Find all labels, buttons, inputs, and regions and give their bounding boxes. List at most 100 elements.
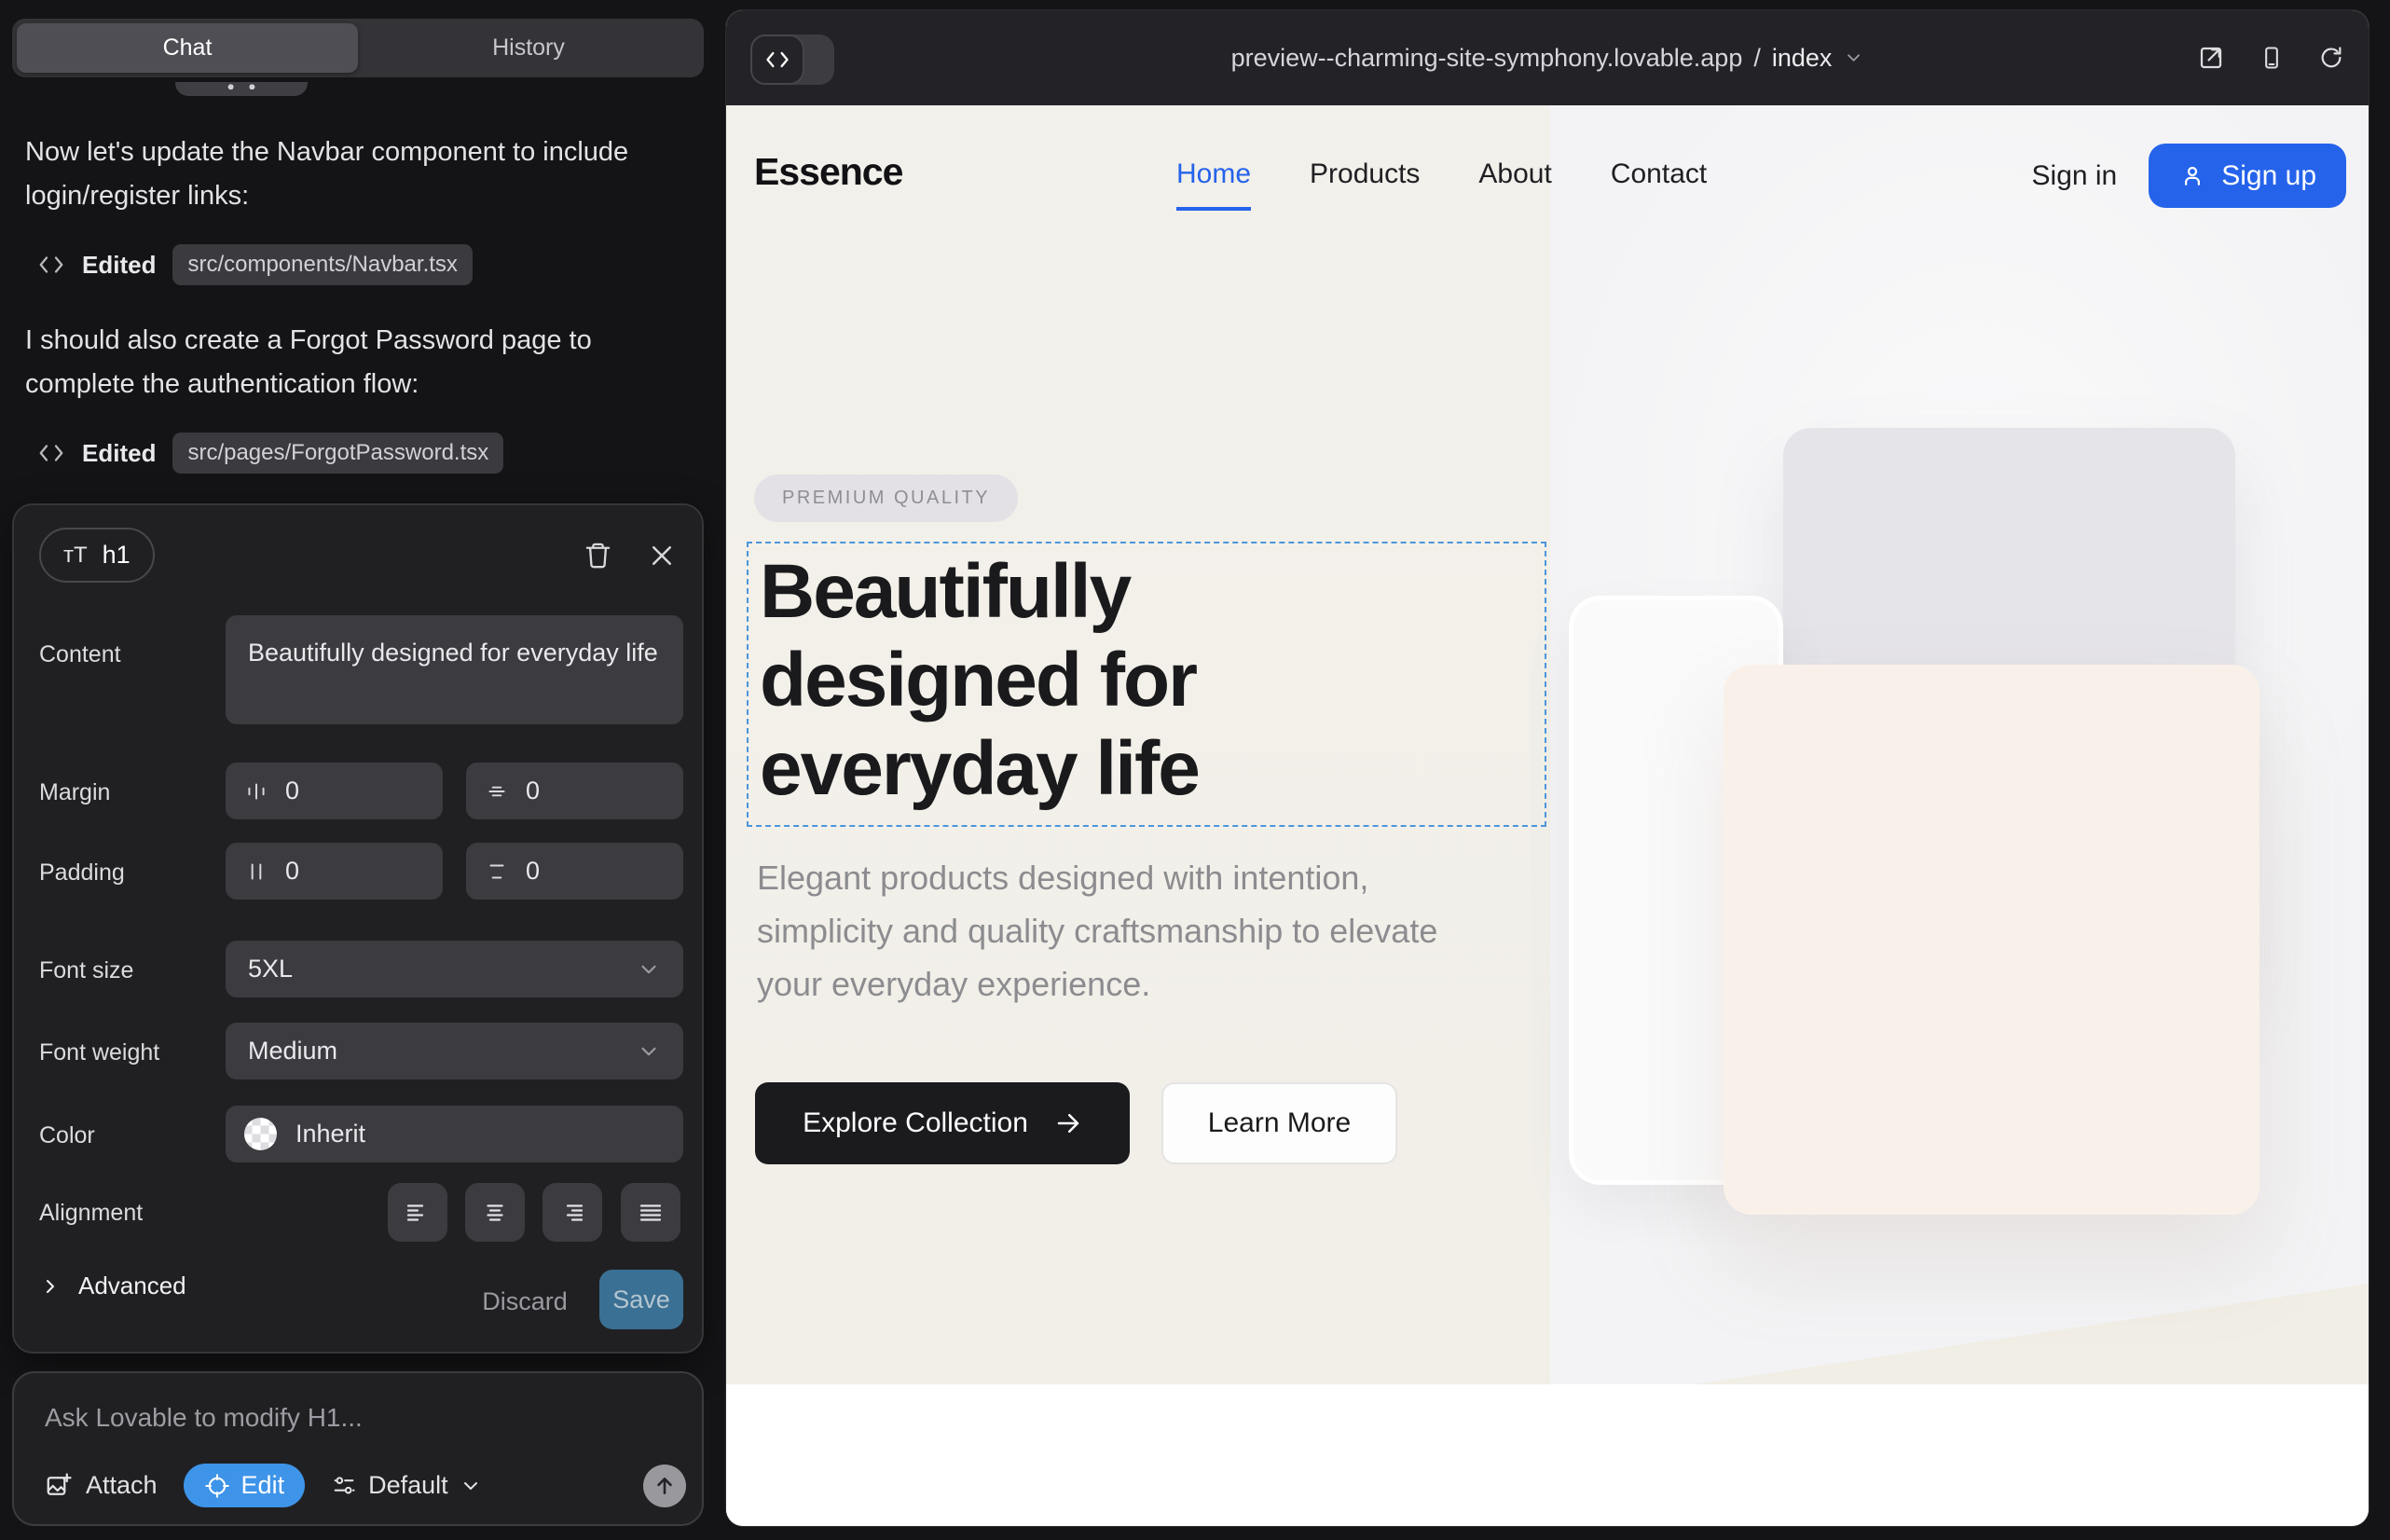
preview-topbar: preview--charming-site-symphony.lovable.… [726,10,2369,105]
chat-composer[interactable]: Ask Lovable to modify H1... Attach Edit … [12,1371,704,1526]
nav-link-home[interactable]: Home [1176,158,1251,190]
target-icon [204,1473,230,1499]
refresh-icon[interactable] [2318,45,2344,71]
save-button[interactable]: Save [599,1270,683,1329]
sign-in-link[interactable]: Sign in [2032,160,2118,192]
image-plus-icon [45,1472,73,1500]
tab-chat[interactable]: Chat [17,23,358,73]
url-separator: / [1753,44,1761,73]
color-value: Inherit [295,1120,365,1148]
hero-section: Essence Home Products About Contact Sign… [726,105,2369,1384]
code-icon [37,251,65,279]
url-domain: preview--charming-site-symphony.lovable.… [1231,44,1743,73]
scrolled-chip-partial [175,82,308,96]
color-label: Color [39,1122,95,1149]
sliders-icon [331,1473,357,1499]
font-weight-select[interactable]: Medium [226,1023,683,1079]
preview-window: preview--charming-site-symphony.lovable.… [726,10,2369,1526]
advanced-toggle[interactable]: Advanced [39,1272,186,1300]
align-justify-button[interactable] [621,1183,680,1242]
element-editor-panel: тT h1 Content Beautifully designed for e… [12,503,704,1354]
padding-y-value: 0 [526,857,540,886]
padding-x-icon [244,859,268,884]
padding-x-input[interactable]: 0 [226,843,443,900]
hero-heading[interactable]: Beautifully designed for everyday life [760,547,1199,813]
learn-more-button[interactable]: Learn More [1161,1082,1397,1164]
sign-up-label: Sign up [2221,160,2316,192]
arrow-right-icon [1054,1109,1082,1137]
send-button[interactable] [643,1464,686,1507]
align-left-button[interactable] [388,1183,447,1242]
device-mobile-icon[interactable] [2259,45,2285,71]
color-select[interactable]: Inherit [226,1106,683,1162]
chevron-down-icon [637,1039,661,1064]
content-input[interactable]: Beautifully designed for everyday life [226,615,683,724]
chat-history-tabs: Chat History [12,19,704,77]
heading-line: everyday life [760,724,1199,813]
transparency-swatch-icon [244,1118,277,1150]
nav-link-contact[interactable]: Contact [1611,158,1707,190]
sign-up-button[interactable]: Sign up [2149,144,2346,208]
selected-element-chip[interactable]: тT h1 [39,528,155,583]
file-chip[interactable]: src/components/Navbar.tsx [172,244,472,285]
margin-x-icon [244,779,268,804]
close-icon[interactable] [648,542,676,570]
open-external-icon[interactable] [2197,44,2225,72]
font-size-select[interactable]: 5XL [226,941,683,997]
edit-label: Edit [241,1471,285,1500]
advanced-label: Advanced [78,1272,186,1300]
content-label: Content [39,641,121,668]
edit-mode-button[interactable]: Edit [184,1464,306,1507]
edited-file-row[interactable]: Edited src/components/Navbar.tsx [37,244,473,285]
padding-label: Padding [39,859,125,887]
align-center-button[interactable] [465,1183,525,1242]
margin-label: Margin [39,779,110,806]
font-size-value: 5XL [248,955,293,983]
trash-icon[interactable] [584,541,612,570]
code-icon [37,439,65,467]
edited-file-row[interactable]: Edited src/pages/ForgotPassword.tsx [37,433,503,474]
default-label: Default [368,1471,448,1500]
margin-y-icon [485,779,509,804]
model-default-select[interactable]: Default [331,1471,482,1500]
discard-button[interactable]: Discard [480,1272,570,1331]
lovable-sidebar: Chat History Now let's update the Navbar… [0,0,724,1540]
margin-x-value: 0 [285,777,299,805]
explore-label: Explore Collection [803,1107,1028,1139]
explore-collection-button[interactable]: Explore Collection [755,1082,1130,1164]
edited-label: Edited [82,439,156,468]
url-page: index [1772,44,1833,73]
tab-history[interactable]: History [358,23,699,73]
nav-link-products[interactable]: Products [1310,158,1420,190]
site-navbar: Essence Home Products About Contact Sign… [726,105,2369,245]
chat-message: I should also create a Forgot Password p… [25,319,702,406]
font-size-label: Font size [39,957,133,984]
code-preview-toggle[interactable] [750,34,834,85]
margin-y-input[interactable]: 0 [466,763,683,819]
align-right-button[interactable] [543,1183,602,1242]
padding-x-value: 0 [285,857,299,886]
padding-y-icon [485,859,509,884]
margin-x-input[interactable]: 0 [226,763,443,819]
padding-y-input[interactable]: 0 [466,843,683,900]
attach-button[interactable]: Attach [45,1471,158,1500]
decorative-cream-card [1724,665,2260,1215]
chevron-down-icon [460,1475,482,1497]
element-tag: h1 [103,541,130,570]
site-logo[interactable]: Essence [754,150,902,194]
site-preview: Essence Home Products About Contact Sign… [726,105,2369,1526]
edited-label: Edited [82,251,156,280]
chevron-down-icon [637,957,661,982]
code-icon [750,34,804,85]
chevron-down-icon [1843,48,1863,68]
file-chip[interactable]: src/pages/ForgotPassword.tsx [172,433,503,474]
composer-input[interactable]: Ask Lovable to modify H1... [45,1403,363,1433]
attach-label: Attach [86,1471,158,1500]
url-breadcrumb[interactable]: preview--charming-site-symphony.lovable.… [1231,10,1864,105]
chat-message: Now let's update the Navbar component to… [25,131,702,218]
nav-link-about[interactable]: About [1478,158,1551,190]
alignment-label: Alignment [39,1200,143,1227]
typography-icon: тT [63,543,88,569]
chevron-right-icon [39,1275,62,1298]
premium-quality-badge: PREMIUM QUALITY [754,474,1018,522]
